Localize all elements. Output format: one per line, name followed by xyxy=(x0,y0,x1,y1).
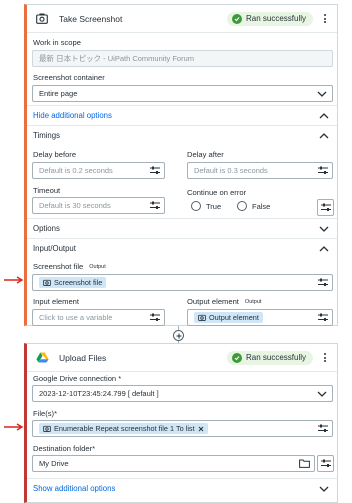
chevron-up-icon xyxy=(319,245,329,251)
status-badge: Ran successfully xyxy=(226,350,313,365)
check-icon xyxy=(231,13,242,24)
radio-circle[interactable] xyxy=(191,201,201,211)
timeout-input[interactable]: Default is 30 seconds xyxy=(32,197,165,214)
timeout-label: Timeout xyxy=(33,186,61,195)
activity-title: Take Screenshot xyxy=(59,13,123,24)
radio-true[interactable]: True xyxy=(191,201,221,211)
settings-sliders-icon xyxy=(320,459,331,467)
destination-folder-input[interactable]: My Drive xyxy=(32,455,315,472)
upload-files-card: Upload Files Ran successfully Google Dri… xyxy=(24,343,338,503)
delay-before-input[interactable]: Default is 0.2 seconds xyxy=(32,162,165,179)
google-drive-icon xyxy=(35,351,49,365)
status-text: Ran successfully xyxy=(245,14,306,23)
settings-sliders-icon[interactable] xyxy=(318,278,328,287)
more-menu-icon[interactable] xyxy=(319,13,331,24)
input-element-label: Input element xyxy=(33,297,80,306)
camera-icon xyxy=(35,12,49,26)
annotation-arrow xyxy=(4,423,24,431)
destination-config-button[interactable] xyxy=(317,455,334,472)
folder-icon[interactable] xyxy=(299,459,310,468)
settings-sliders-icon[interactable] xyxy=(318,166,328,175)
drive-connection-label: Google Drive connection * xyxy=(33,374,122,383)
continue-on-error-label: Continue on error xyxy=(187,188,247,197)
radio-false[interactable]: False xyxy=(237,201,270,211)
settings-sliders-icon[interactable] xyxy=(150,166,160,175)
screenshot-container-select[interactable]: Entire page xyxy=(32,85,333,102)
timings-section-header[interactable]: Timings xyxy=(27,125,337,145)
variable-chip[interactable]: Output element xyxy=(194,312,263,323)
input-element-input[interactable]: Click to use a variable xyxy=(32,309,165,326)
delay-after-input[interactable]: Default is 0.3 seconds xyxy=(187,162,333,179)
input-output-title: Input/Output xyxy=(33,244,76,253)
status-text: Ran successfully xyxy=(245,353,306,362)
delay-after-label: Delay after xyxy=(187,150,224,159)
settings-sliders-icon xyxy=(320,203,331,211)
screenshot-file-input[interactable]: Screenshot file xyxy=(32,274,333,291)
annotation-arrow xyxy=(4,276,24,284)
chevron-up-icon xyxy=(319,112,329,118)
output-element-label: Output element Output xyxy=(187,297,262,306)
destination-folder-label: Destination folder* xyxy=(33,444,96,453)
input-output-section-header[interactable]: Input/Output xyxy=(27,238,337,258)
hide-additional-options-row[interactable]: Hide additional options xyxy=(27,105,337,125)
show-additional-options-link[interactable]: Show additional options xyxy=(33,484,319,493)
screenshot-file-label: Screenshot file Output xyxy=(33,262,106,271)
close-icon[interactable] xyxy=(198,426,204,432)
more-menu-icon[interactable] xyxy=(319,352,331,363)
settings-sliders-icon[interactable] xyxy=(150,201,160,210)
output-element-input[interactable]: Output element xyxy=(187,309,333,326)
camera-icon xyxy=(43,425,51,432)
check-icon xyxy=(231,352,242,363)
drive-connection-select[interactable]: 2023-12-10T23:45:24.799 [ default ] xyxy=(32,385,333,402)
delay-before-label: Delay before xyxy=(33,150,77,159)
chevron-up-icon xyxy=(319,132,329,138)
files-input[interactable]: Enumerable Repeat screenshot file 1 To l… xyxy=(32,420,333,437)
upload-files-header[interactable]: Upload Files Ran successfully xyxy=(27,344,337,372)
work-in-scope-label: Work in scope xyxy=(33,38,81,47)
status-badge: Ran successfully xyxy=(226,11,313,26)
files-label: File(s)* xyxy=(33,409,58,418)
activity-title: Upload Files xyxy=(59,352,107,363)
camera-icon xyxy=(43,279,51,286)
timings-title: Timings xyxy=(33,131,61,140)
output-tag: Output xyxy=(244,299,262,305)
take-screenshot-card: Take Screenshot Ran successfully Work in… xyxy=(24,4,338,326)
settings-sliders-icon[interactable] xyxy=(150,313,160,322)
options-section-header[interactable]: Options xyxy=(27,218,337,238)
variable-chip[interactable]: Screenshot file xyxy=(39,277,107,288)
add-activity-icon[interactable] xyxy=(173,330,184,341)
continue-on-error-config-button[interactable] xyxy=(317,199,334,216)
take-screenshot-header[interactable]: Take Screenshot Ran successfully xyxy=(27,5,337,33)
chevron-down-icon xyxy=(319,226,329,232)
options-title: Options xyxy=(33,224,60,233)
settings-sliders-icon[interactable] xyxy=(318,424,328,433)
chevron-down-icon xyxy=(317,391,327,397)
screenshot-container-label: Screenshot container xyxy=(33,73,105,82)
show-additional-options-row[interactable]: Show additional options xyxy=(27,478,337,498)
work-in-scope-field: 最新 日本トピック - UiPath Community Forum xyxy=(32,50,333,67)
variable-chip[interactable]: Enumerable Repeat screenshot file 1 To l… xyxy=(39,423,208,434)
chevron-down-icon xyxy=(317,91,327,97)
chevron-down-icon xyxy=(319,486,329,492)
output-tag: Output xyxy=(89,264,106,270)
hide-additional-options-link[interactable]: Hide additional options xyxy=(33,111,319,120)
settings-sliders-icon[interactable] xyxy=(318,313,328,322)
radio-circle[interactable] xyxy=(237,201,247,211)
camera-icon xyxy=(198,314,206,321)
